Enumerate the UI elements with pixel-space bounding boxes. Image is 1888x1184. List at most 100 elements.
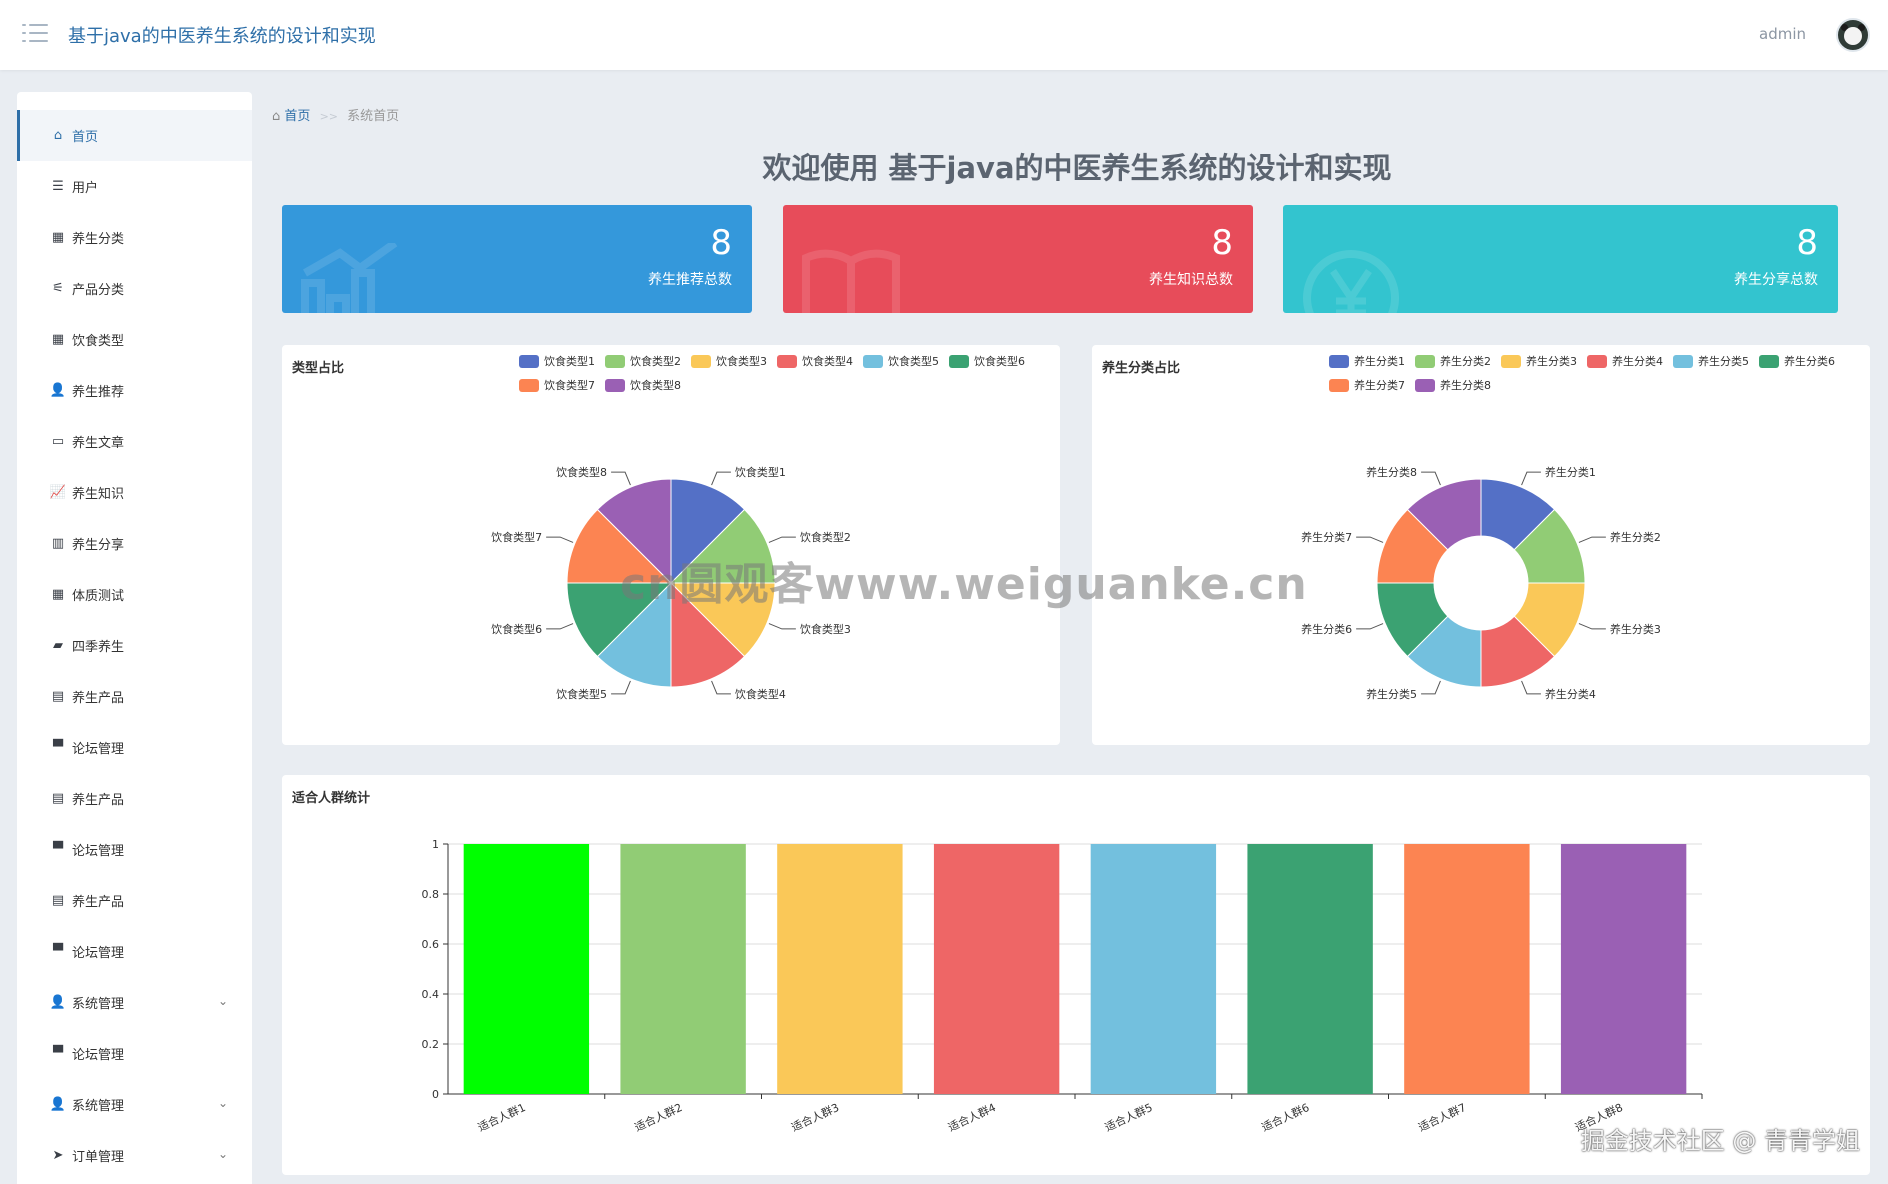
stat-card-knowledge[interactable]: 8 养生知识总数 [783,205,1253,313]
chevron-down-icon[interactable]: ⌄ [218,1147,228,1161]
sidebar-item-label: 产品分类 [72,283,125,298]
menu-toggle-icon[interactable] [22,22,48,44]
pie-label-line [1421,680,1441,695]
books-icon: ▥ [51,536,65,551]
sidebar-item-label: 养生分享 [72,538,125,553]
sidebar-item[interactable]: 📈 养生知识 [17,467,252,518]
pie-label: 饮食类型8 [556,465,607,479]
pie-label-line [711,471,731,486]
pie-label: 养生分类3 [1610,622,1661,636]
pie-label: 饮食类型3 [800,622,851,636]
sliders-icon: ⚟ [52,281,64,296]
sidebar-item[interactable]: ▀ 论坛管理 [17,1028,252,1079]
sidebar-item[interactable]: ▤ 养生产品 [17,671,252,722]
sidebar-item[interactable]: 👤 系统管理 ⌄ [17,1079,252,1130]
pie-label: 养生分类2 [1610,530,1661,544]
pie-label: 养生分类4 [1545,687,1596,701]
sidebar: ⌂ 首页 ☰ 用户 ▦ 养生分类 ⚟ 产品分类 ▦ 饮食类型 👤 养生推荐 ▭ 养生文章 📈 养生知识 ▥ 养生分… [17,92,252,1184]
crowd-bar-chart: 0 0.2 0.4 0.6 0.8 1 适合人群1 适合人群2 适合人群3 适合人群4 适合人群5 适… [422,838,1703,1134]
bar[interactable] [463,844,590,1094]
bar[interactable] [620,844,746,1094]
breadcrumb-current: 系统首页 [347,109,400,124]
x-tick-label: 适合人群1 [476,1100,528,1134]
pie-label-line [546,623,574,630]
y-tick-label: 0.4 [422,988,440,1001]
pie-label-line [1578,536,1606,543]
y-tick-label: 1 [432,838,439,851]
x-tick-label: 适合人群3 [789,1100,841,1134]
stat-card-recommend[interactable]: 8 养生推荐总数 [282,205,752,313]
sidebar-item[interactable]: 👤 养生推荐 [17,365,252,416]
sidebar-item-label: 四季养生 [72,640,125,655]
stat-label: 养生分享总数 [1734,272,1818,288]
x-tick-label: 适合人群2 [632,1100,684,1134]
chevron-down-icon[interactable]: ⌄ [218,994,228,1008]
sidebar-item-label: 论坛管理 [72,1048,125,1063]
user-name[interactable]: admin [1759,25,1806,43]
grid-icon: ▦ [51,230,65,245]
sidebar-item[interactable]: ▀ 论坛管理 [17,926,252,977]
breadcrumb-home[interactable]: 首页 [284,109,310,124]
bar[interactable] [1090,844,1217,1094]
avatar[interactable] [1836,18,1870,52]
pie-label-line [768,623,796,630]
pie-label: 养生分类7 [1301,530,1352,544]
sidebar-item[interactable]: ▰ 四季养生 [17,620,252,671]
sidebar-item[interactable]: ▀ 论坛管理 [17,824,252,875]
bar[interactable] [1247,844,1373,1094]
app-title: 基于java的中医养生系统的设计和实现 [68,26,376,47]
crowd-bar-panel: 适合人群统计 0 0.2 0.4 0.6 0.8 1 适合人群1 适合人群2 适合人群3 适合人群… [282,775,1870,1175]
user-icon: 👤 [49,1097,67,1112]
sidebar-item-label: 首页 [72,130,99,145]
sidebar-item-label: 订单管理 [72,1150,125,1165]
pie-label-line [1521,680,1541,695]
pie-label: 饮食类型1 [735,465,786,479]
clipboard-icon: ▤ [51,893,65,908]
sidebar-item[interactable]: ▦ 体质测试 [17,569,252,620]
pie-label: 养生分类5 [1366,687,1417,701]
sidebar-item[interactable]: ▭ 养生文章 [17,416,252,467]
sidebar-item-label: 系统管理 [72,1099,125,1114]
pie-label: 饮食类型6 [491,622,542,636]
sidebar-item[interactable]: ▥ 养生分享 [17,518,252,569]
x-tick-label: 适合人群4 [946,1100,998,1134]
pie-label-line [1521,471,1541,486]
bar[interactable] [933,844,1060,1094]
bar[interactable] [1404,844,1530,1094]
sidebar-item[interactable]: ➤ 订单管理 ⌄ [17,1130,252,1181]
avatar-face [1844,27,1862,45]
pie-label-line [611,471,631,486]
site-watermark: cn圆观客www.weiguanke.cn [620,559,1308,610]
sidebar-item[interactable]: ⚟ 产品分类 [17,263,252,314]
home-icon: ⌂ [272,109,281,124]
sidebar-item[interactable]: ▤ 养生产品 [17,773,252,824]
y-tick-label: 0.8 [422,888,440,901]
sidebar-item[interactable]: ☰ 用户 [17,161,252,212]
sidebar-item[interactable]: 👤 系统管理 ⌄ [17,977,252,1028]
pie-label: 养生分类6 [1301,622,1352,636]
y-tick-label: 0.6 [422,938,440,951]
sidebar-item-label: 养生产品 [72,793,125,808]
bar[interactable] [1560,844,1687,1094]
sidebar-item-label: 养生产品 [72,691,125,706]
sidebar-item[interactable]: ▦ 饮食类型 [17,314,252,365]
sidebar-item[interactable]: ⌂ 首页 [17,110,252,161]
x-tick-label: 适合人群5 [1103,1100,1155,1134]
sidebar-item[interactable]: ▀ 论坛管理 [17,722,252,773]
stat-label: 养生知识总数 [1149,272,1233,288]
clipboard-icon: ▤ [51,791,65,806]
sidebar-item-label: 论坛管理 [72,946,125,961]
stat-card-share[interactable]: 8 养生分享总数 [1283,205,1838,313]
pie-label: 饮食类型7 [491,530,542,544]
paint-roller-icon: ▀ [53,740,63,755]
monitor-icon: ▭ [51,434,65,449]
diet-type-pie-chart: 饮食类型1 饮食类型2 饮食类型3 饮食类型4 饮食类型5 饮食类型6 饮食类型7 饮食类型8 [491,465,851,701]
pie-label-line [768,536,796,543]
bar[interactable] [777,844,903,1094]
sidebar-item[interactable]: ▦ 养生分类 [17,212,252,263]
chevron-down-icon[interactable]: ⌄ [218,1096,228,1110]
user-icon: 👤 [49,383,67,398]
paint-roller-icon: ▀ [53,944,63,959]
sidebar-item-label: 论坛管理 [72,742,125,757]
sidebar-item[interactable]: ▤ 养生产品 [17,875,252,926]
